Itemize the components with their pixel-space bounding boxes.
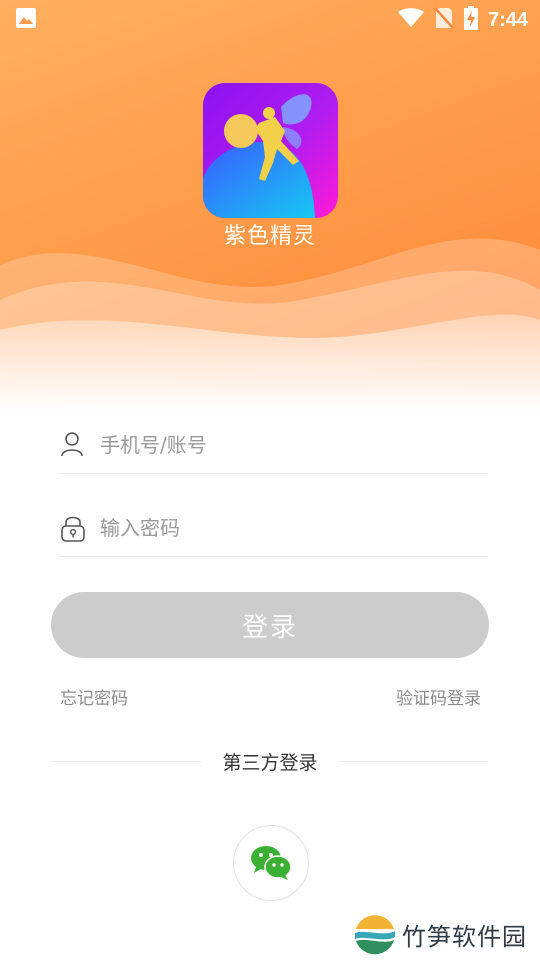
bamboo-logo-icon [355, 914, 395, 955]
app-name: 紫色精灵 [223, 224, 316, 249]
watermark-text: 竹笋软件园 [402, 922, 527, 951]
app-logo [203, 83, 338, 218]
account-field[interactable] [58, 417, 488, 474]
wechat-login-button[interactable] [233, 825, 309, 901]
lock-icon [60, 514, 86, 542]
divider-right [340, 761, 488, 762]
forgot-password-link[interactable]: 忘记密码 [60, 684, 128, 709]
status-time: 7:44 [487, 8, 528, 31]
user-icon [60, 431, 86, 459]
fairy-logo-icon [203, 83, 338, 218]
wifi-icon [397, 8, 424, 32]
code-login-link[interactable]: 验证码登录 [396, 684, 481, 709]
wechat-icon [251, 846, 292, 880]
no-sim-icon [434, 7, 454, 33]
gallery-icon [16, 8, 36, 32]
login-button[interactable]: 登录 [51, 592, 489, 658]
status-bar: 7:44 [0, 0, 540, 36]
watermark: 竹笋软件园 [354, 913, 527, 955]
password-input[interactable] [98, 515, 462, 541]
battery-charging-icon [463, 6, 478, 34]
account-input[interactable] [98, 432, 462, 458]
password-field[interactable] [58, 500, 488, 557]
